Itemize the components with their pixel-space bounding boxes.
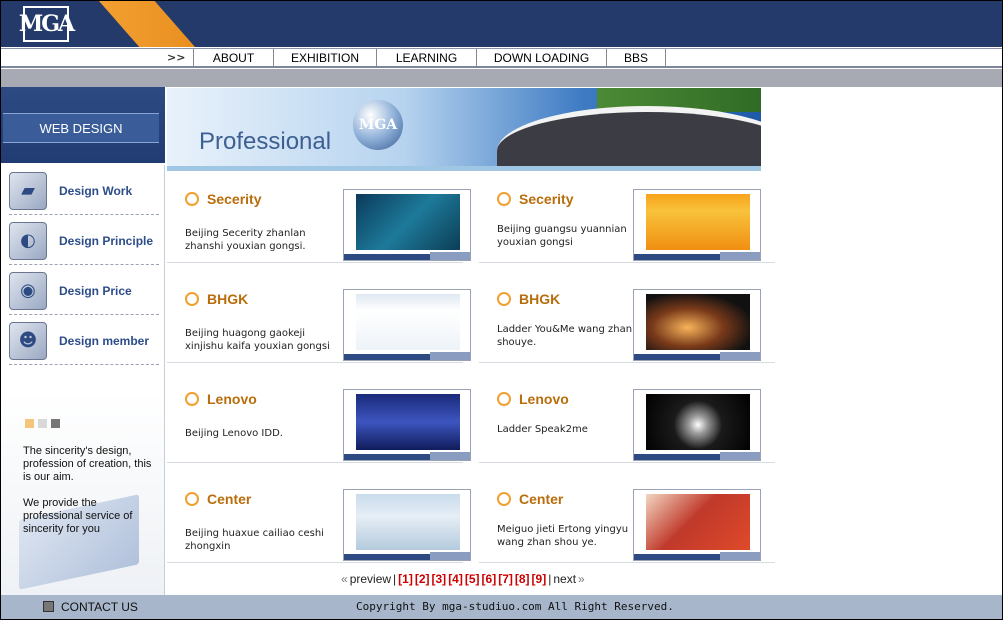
- tagline-service: We provide the professional service of s…: [23, 497, 133, 535]
- circle-bullet-icon: [185, 292, 199, 306]
- double-chevron-icon: >>: [167, 51, 186, 64]
- card-description: Beijing Lenovo IDD.: [185, 428, 283, 439]
- nav-learning[interactable]: LEARNING: [376, 49, 476, 67]
- page-link[interactable]: [8]: [515, 572, 530, 586]
- portfolio-card[interactable]: Secerity Beijing guangsu yuannian youxia…: [479, 177, 775, 263]
- banner-underline: [167, 166, 761, 171]
- page-link[interactable]: [9]: [532, 572, 547, 586]
- banner-title: Professional: [199, 128, 332, 155]
- card-thumbnail[interactable]: [343, 489, 471, 561]
- circle-bullet-icon: [497, 292, 511, 306]
- card-thumbnail[interactable]: [633, 389, 761, 461]
- chevron-right-icon: »: [578, 572, 585, 586]
- sidebar-item-label: Design member: [59, 333, 150, 348]
- card-thumbnail[interactable]: [343, 289, 471, 361]
- card-title: Center: [207, 491, 252, 507]
- card-description: Beijing Secerity zhanlan zhanshi youxian…: [185, 228, 306, 252]
- card-description: Beijing huaxue cailiao ceshi zhongxin: [185, 528, 324, 552]
- portfolio-grid: Secerity Beijing Secerity zhanlan zhansh…: [167, 177, 775, 563]
- portfolio-card[interactable]: Lenovo Ladder Speak2me: [479, 377, 775, 463]
- sidebar-item-design-member[interactable]: ☻ Design member: [9, 317, 159, 365]
- nav-exhibition[interactable]: EXHIBITION: [273, 49, 376, 67]
- portfolio-card[interactable]: Secerity Beijing Secerity zhanlan zhansh…: [167, 177, 471, 263]
- sidebar-tagline: The sincerity's design, profession of cr…: [23, 445, 153, 536]
- card-description: Ladder Speak2me: [497, 424, 588, 435]
- pager-preview-link[interactable]: preview: [350, 572, 391, 586]
- sidebar-item-design-price[interactable]: ◉ Design Price: [9, 267, 159, 315]
- card-title: Secerity: [519, 191, 574, 207]
- circle-bullet-icon: [497, 392, 511, 406]
- card-title: Lenovo: [207, 391, 257, 407]
- portfolio-card[interactable]: BHGK Beijing huagong gaokeji xinjishu ka…: [167, 277, 471, 363]
- compass-icon: ◐: [9, 221, 47, 260]
- picture-frame-icon: ▰: [9, 171, 47, 210]
- card-description: Ladder You&Me wang zhan shouye.: [497, 324, 633, 348]
- card-description: Meiguo jieti Ertong yingyu wang zhan sho…: [497, 524, 629, 548]
- page-link[interactable]: [6]: [482, 572, 497, 586]
- pagination: « preview | [1] [2] [3] [4] [5] [6] [7] …: [341, 572, 585, 586]
- decorative-squares: [25, 419, 60, 428]
- page-link[interactable]: [3]: [432, 572, 447, 586]
- web-design-title: WEB DESIGN: [3, 113, 159, 143]
- people-icon: ☻: [9, 321, 47, 360]
- page-link[interactable]: [1]: [398, 572, 413, 586]
- portfolio-card[interactable]: Lenovo Beijing Lenovo IDD.: [167, 377, 471, 463]
- circle-bullet-icon: [185, 392, 199, 406]
- chevron-left-icon: «: [341, 572, 348, 586]
- circle-bullet-icon: [497, 192, 511, 206]
- hero-banner: Professional MGA: [167, 88, 761, 166]
- card-title: Lenovo: [519, 391, 569, 407]
- card-thumbnail[interactable]: [343, 389, 471, 461]
- sidebar-item-label: Design Price: [59, 283, 132, 298]
- gray-divider-bar: [1, 69, 1002, 87]
- page-link[interactable]: [2]: [415, 572, 430, 586]
- page-link[interactable]: [5]: [465, 572, 480, 586]
- circle-bullet-icon: [185, 492, 199, 506]
- tagline-aim: The sincerity's design, profession of cr…: [23, 445, 152, 483]
- portfolio-card[interactable]: BHGK Ladder You&Me wang zhan shouye.: [479, 277, 775, 363]
- card-description: Beijing huagong gaokeji xinjishu kaifa y…: [185, 328, 330, 352]
- card-title: BHGK: [207, 291, 249, 307]
- nav-down-loading[interactable]: DOWN LOADING: [476, 49, 606, 67]
- page-frame: MGA >> ABOUT EXHIBITION LEARNING DOWN LO…: [0, 0, 1003, 620]
- page-link[interactable]: [4]: [448, 572, 463, 586]
- price-icon: ◉: [9, 271, 47, 310]
- nav-bbs[interactable]: BBS: [606, 49, 666, 67]
- circle-bullet-icon: [185, 192, 199, 206]
- portfolio-card[interactable]: Center Meiguo jieti Ertong yingyu wang z…: [479, 477, 775, 563]
- sidebar: WEB DESIGN ▰ Design Work ◐ Design Princi…: [1, 87, 165, 595]
- card-thumbnail[interactable]: [633, 489, 761, 561]
- circle-bullet-icon: [497, 492, 511, 506]
- nav-about[interactable]: ABOUT: [193, 49, 273, 67]
- footer-bar: CONTACT US Copyright By mga-studiuo.com …: [1, 595, 1002, 619]
- orange-stripe-decoration: [99, 1, 195, 47]
- banner-logo: MGA: [353, 100, 403, 150]
- road-illustration: [497, 106, 761, 166]
- sidebar-item-design-principle[interactable]: ◐ Design Principle: [9, 217, 159, 265]
- sidebar-item-label: Design Principle: [59, 233, 154, 248]
- card-thumbnail[interactable]: [633, 189, 761, 261]
- contact-us-link[interactable]: CONTACT US: [61, 600, 138, 614]
- square-bullet-icon: [43, 601, 54, 612]
- card-description: Beijing guangsu yuannian youxian gongsi: [497, 224, 627, 248]
- card-title: Secerity: [207, 191, 262, 207]
- sidebar-item-design-work[interactable]: ▰ Design Work: [9, 167, 159, 215]
- card-thumbnail[interactable]: [343, 189, 471, 261]
- card-title: BHGK: [519, 291, 561, 307]
- web-design-header: WEB DESIGN: [1, 87, 165, 165]
- top-header-bar: MGA: [1, 1, 1002, 47]
- site-logo[interactable]: MGA: [19, 6, 75, 42]
- pager-next-link[interactable]: next: [553, 572, 576, 586]
- sidebar-item-label: Design Work: [59, 183, 133, 198]
- main-nav: >> ABOUT EXHIBITION LEARNING DOWN LOADIN…: [1, 48, 1002, 68]
- card-title: Center: [519, 491, 564, 507]
- portfolio-card[interactable]: Center Beijing huaxue cailiao ceshi zhon…: [167, 477, 471, 563]
- page-link[interactable]: [7]: [498, 572, 513, 586]
- copyright-text: Copyright By mga-studiuo.com All Right R…: [356, 600, 674, 613]
- card-thumbnail[interactable]: [633, 289, 761, 361]
